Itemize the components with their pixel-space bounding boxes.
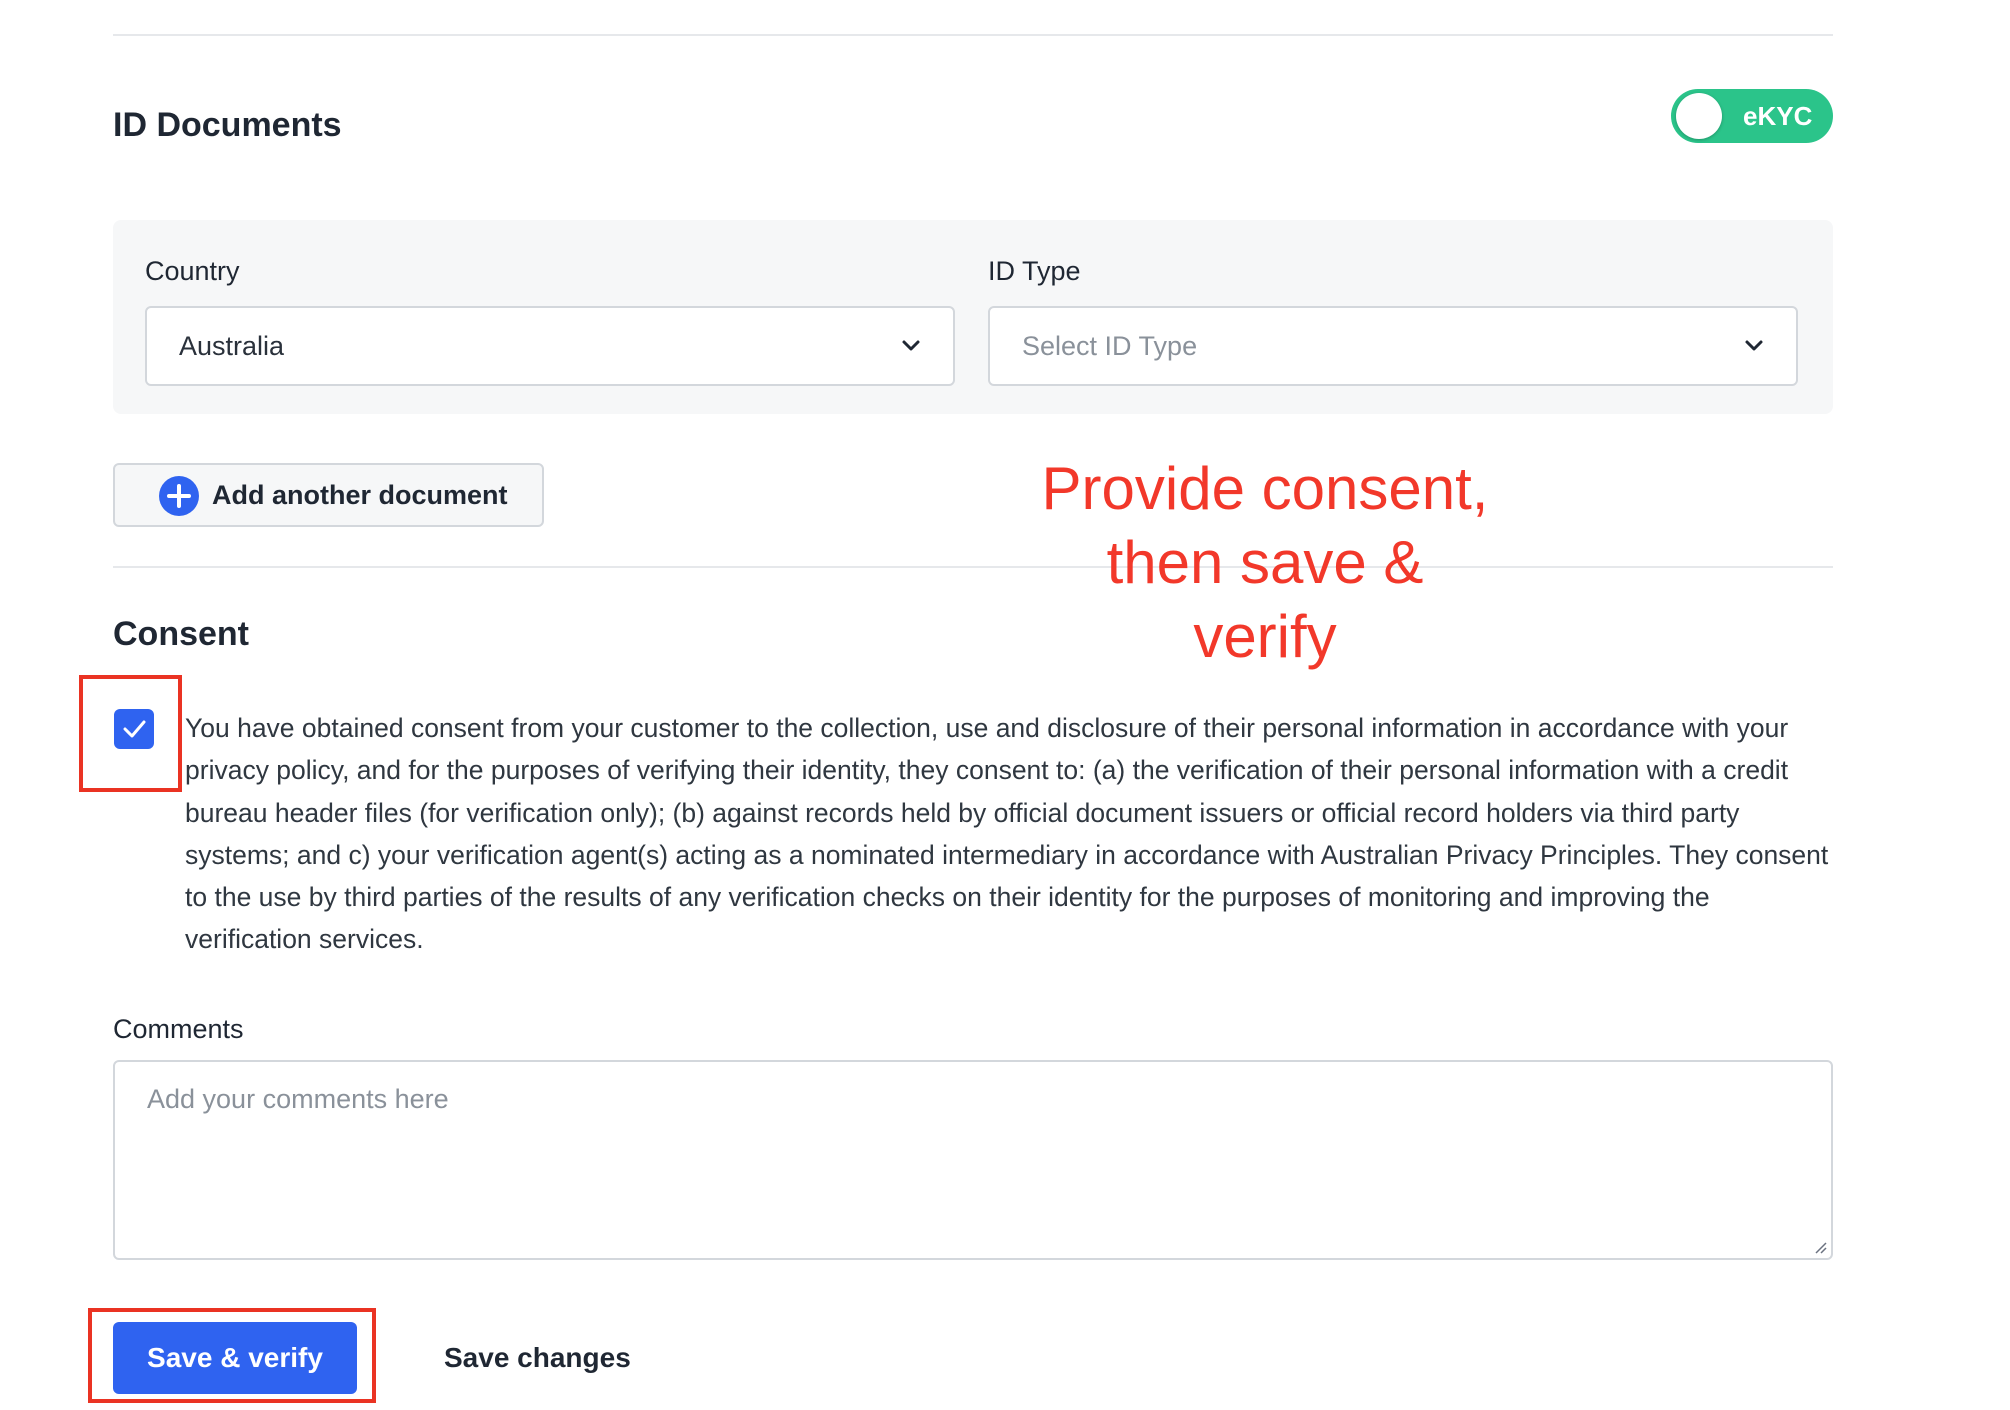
country-label: Country [145, 256, 240, 286]
country-select[interactable]: Australia [145, 306, 955, 386]
chevron-down-icon [902, 340, 920, 351]
country-select-value: Australia [179, 331, 285, 361]
document-panel: Country Australia ID Type Select ID Type [113, 220, 1833, 414]
add-document-button[interactable]: Add another document [113, 463, 544, 527]
id-type-select[interactable]: Select ID Type [988, 306, 1798, 386]
toggle-knob [1676, 93, 1722, 139]
checkbox-highlight-box [79, 675, 182, 792]
id-type-label: ID Type [988, 256, 1081, 286]
top-divider [113, 34, 1833, 36]
resize-grip-icon[interactable] [1811, 1238, 1827, 1254]
comments-label: Comments [113, 1014, 244, 1044]
id-documents-title: ID Documents [113, 106, 342, 144]
consent-title: Consent [113, 615, 249, 653]
section-divider [113, 566, 1833, 568]
button-highlight-box [88, 1308, 376, 1403]
id-type-select-placeholder: Select ID Type [1022, 331, 1198, 361]
consent-text: You have obtained consent from your cust… [185, 713, 1829, 955]
plus-circle-icon [159, 476, 199, 516]
add-document-label: Add another document [212, 480, 508, 510]
annotation-text: Provide consent, then save & verify [1041, 455, 1489, 670]
comments-placeholder: Add your comments here [147, 1084, 449, 1114]
chevron-down-icon [1745, 340, 1763, 351]
ekyc-toggle[interactable]: eKYC [1671, 89, 1833, 143]
ekyc-toggle-label: eKYC [1743, 101, 1813, 131]
comments-textarea[interactable]: Add your comments here [113, 1060, 1833, 1260]
save-changes-button[interactable]: Save changes [444, 1322, 631, 1394]
